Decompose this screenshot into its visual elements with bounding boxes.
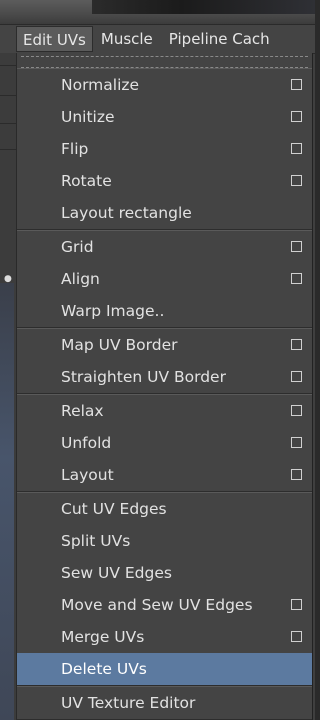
option-box-icon[interactable] xyxy=(291,79,302,90)
menu-item-unitize[interactable]: Unitize xyxy=(17,101,312,133)
menu-pipeline-cache[interactable]: Pipeline Cach xyxy=(161,26,278,52)
menu-item-layout-rectangle[interactable]: Layout rectangle xyxy=(17,197,312,229)
option-box-icon[interactable] xyxy=(291,339,302,350)
menu-bar: Edit UVs Muscle Pipeline Cach xyxy=(0,24,315,54)
menu-item-label: Delete UVs xyxy=(61,660,147,678)
menu-item-label: Unitize xyxy=(61,108,115,126)
title-strip xyxy=(0,0,315,24)
menu-item-unfold[interactable]: Unfold xyxy=(17,427,312,459)
menu-item-align[interactable]: Align xyxy=(17,263,312,295)
menu-item-merge-uvs[interactable]: Merge UVs xyxy=(17,621,312,653)
menu-group: Relax Unfold Layout xyxy=(17,394,312,492)
menu-item-label: Sew UV Edges xyxy=(61,564,172,582)
menu-item-label: Cut UV Edges xyxy=(61,500,167,518)
option-box-icon[interactable] xyxy=(291,405,302,416)
option-box-icon[interactable] xyxy=(291,599,302,610)
background-viewport xyxy=(0,283,14,720)
menu-item-label: Relax xyxy=(61,402,104,420)
menu-muscle[interactable]: Muscle xyxy=(93,26,161,52)
menu-edit-uvs[interactable]: Edit UVs xyxy=(16,26,93,52)
edit-uvs-dropdown: Normalize Unitize Flip Rotate Layout rectang… xyxy=(16,53,313,720)
menu-group: Cut UV Edges Split UVs Sew UV Edges Move an… xyxy=(17,492,312,686)
menu-item-label: UV Texture Editor xyxy=(61,694,196,712)
menu-item-label: Unfold xyxy=(61,434,112,452)
menu-item-label: Move and Sew UV Edges xyxy=(61,596,253,614)
menu-item-label: Layout xyxy=(61,466,114,484)
menu-item-label: Layout rectangle xyxy=(61,204,192,222)
menu-item-uv-texture-editor[interactable]: UV Texture Editor xyxy=(17,687,312,719)
menu-group: Map UV Border Straighten UV Border xyxy=(17,328,312,394)
menu-item-straighten-uv-border[interactable]: Straighten UV Border xyxy=(17,361,312,393)
menu-item-label: Map UV Border xyxy=(61,336,178,354)
tearoff-handle[interactable] xyxy=(21,56,308,68)
menu-item-delete-uvs[interactable]: Delete UVs xyxy=(17,653,312,685)
menu-item-grid[interactable]: Grid xyxy=(17,231,312,263)
option-box-icon[interactable] xyxy=(291,143,302,154)
option-box-icon[interactable] xyxy=(291,273,302,284)
menu-item-split-uvs[interactable]: Split UVs xyxy=(17,525,312,557)
screen: Edit UVs Muscle Pipeline Cach ● Normaliz… xyxy=(0,0,315,720)
menu-item-label: Warp Image.. xyxy=(61,302,165,320)
menu-item-label: Flip xyxy=(61,140,89,158)
menu-item-move-and-sew-uv-edges[interactable]: Move and Sew UV Edges xyxy=(17,589,312,621)
menu-item-map-uv-border[interactable]: Map UV Border xyxy=(17,329,312,361)
option-box-icon[interactable] xyxy=(291,111,302,122)
menu-item-flip[interactable]: Flip xyxy=(17,133,312,165)
option-box-icon[interactable] xyxy=(291,175,302,186)
menu-item-label: Split UVs xyxy=(61,532,131,550)
menu-item-cut-uv-edges[interactable]: Cut UV Edges xyxy=(17,493,312,525)
option-box-icon[interactable] xyxy=(291,631,302,642)
option-box-icon[interactable] xyxy=(291,371,302,382)
menu-item-label: Normalize xyxy=(61,76,140,94)
menu-item-label: Grid xyxy=(61,238,94,256)
menu-item-sew-uv-edges[interactable]: Sew UV Edges xyxy=(17,557,312,589)
menu-item-label: Merge UVs xyxy=(61,628,145,646)
option-box-icon[interactable] xyxy=(291,469,302,480)
menu-item-label: Rotate xyxy=(61,172,112,190)
menu-item-relax[interactable]: Relax xyxy=(17,395,312,427)
menu-group: Normalize Unitize Flip Rotate Layout rectang… xyxy=(17,68,312,230)
background-marker-icon: ● xyxy=(4,274,12,284)
viewport-edge xyxy=(92,0,315,14)
menu-item-label: Straighten UV Border xyxy=(61,368,226,386)
menu-group: UV Texture Editor xyxy=(17,686,312,720)
option-box-icon[interactable] xyxy=(291,437,302,448)
menu-item-normalize[interactable]: Normalize xyxy=(17,69,312,101)
menu-item-layout[interactable]: Layout xyxy=(17,459,312,491)
menu-item-rotate[interactable]: Rotate xyxy=(17,165,312,197)
menu-group: Grid Align Warp Image.. xyxy=(17,230,312,328)
menu-item-warp-image[interactable]: Warp Image.. xyxy=(17,295,312,327)
menu-item-label: Align xyxy=(61,270,100,288)
option-box-icon[interactable] xyxy=(291,241,302,252)
